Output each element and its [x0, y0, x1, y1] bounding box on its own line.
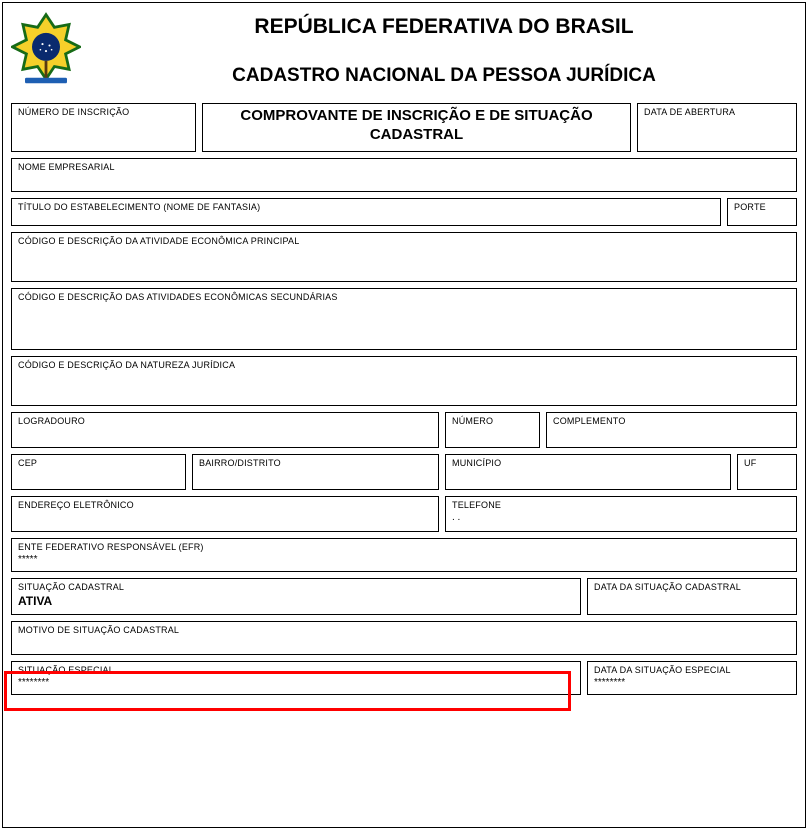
title-sub: CADASTRO NACIONAL DA PESSOA JURÍDICA [91, 65, 797, 87]
row-situacao-cadastral: SITUAÇÃO CADASTRAL ATIVA DATA DA SITUAÇÃ… [11, 578, 797, 615]
label-logradouro: LOGRADOURO [18, 416, 432, 426]
label-municipio: MUNICÍPIO [452, 458, 724, 468]
label-complemento: COMPLEMENTO [553, 416, 790, 426]
label-endereco-eletronico: ENDEREÇO ELETRÔNICO [18, 500, 432, 510]
row-endereco2: CEP BAIRRO/DISTRITO MUNICÍPIO UF [11, 454, 797, 490]
cell-data-abertura: DATA DE ABERTURA [637, 103, 797, 152]
label-nome-empresarial: NOME EMPRESARIAL [18, 162, 790, 172]
cell-endereco-eletronico: ENDEREÇO ELETRÔNICO [11, 496, 439, 532]
headline-comprovante: COMPROVANTE DE INSCRIÇÃO E DE SITUAÇÃO C… [209, 107, 624, 145]
row-natureza: CÓDIGO E DESCRIÇÃO DA NATUREZA JURÍDICA [11, 356, 797, 406]
row-atividade-principal: CÓDIGO E DESCRIÇÃO DA ATIVIDADE ECONÔMIC… [11, 232, 797, 282]
cell-motivo-situacao: MOTIVO DE SITUAÇÃO CADASTRAL [11, 621, 797, 655]
row-titulo-porte: TÍTULO DO ESTABELECIMENTO (NOME DE FANTA… [11, 198, 797, 226]
label-natureza-juridica: CÓDIGO E DESCRIÇÃO DA NATUREZA JURÍDICA [18, 360, 790, 370]
row-atividades-secundarias: CÓDIGO E DESCRIÇÃO DAS ATIVIDADES ECONÔM… [11, 288, 797, 350]
cell-atividades-secundarias: CÓDIGO E DESCRIÇÃO DAS ATIVIDADES ECONÔM… [11, 288, 797, 350]
cell-situacao-cadastral: SITUAÇÃO CADASTRAL ATIVA [11, 578, 581, 615]
cell-situacao-especial: SITUAÇÃO ESPECIAL ******** [11, 661, 581, 695]
label-numero-inscricao: NÚMERO DE INSCRIÇÃO [18, 107, 189, 117]
cell-titulo-estabelecimento: TÍTULO DO ESTABELECIMENTO (NOME DE FANTA… [11, 198, 721, 226]
value-efr: ***** [18, 554, 790, 565]
label-porte: PORTE [734, 202, 790, 212]
row-endereco1: LOGRADOURO NÚMERO COMPLEMENTO [11, 412, 797, 448]
brazil-emblem-icon [11, 9, 81, 89]
header: REPÚBLICA FEDERATIVA DO BRASIL CADASTRO … [11, 9, 797, 93]
row-contato: ENDEREÇO ELETRÔNICO TELEFONE . . [11, 496, 797, 532]
title-main: REPÚBLICA FEDERATIVA DO BRASIL [91, 15, 797, 39]
row-top: NÚMERO DE INSCRIÇÃO COMPROVANTE DE INSCR… [11, 103, 797, 152]
label-data-abertura: DATA DE ABERTURA [644, 107, 790, 117]
row-efr: ENTE FEDERATIVO RESPONSÁVEL (EFR) ***** [11, 538, 797, 572]
label-numero: NÚMERO [452, 416, 533, 426]
row-motivo: MOTIVO DE SITUAÇÃO CADASTRAL [11, 621, 797, 655]
cell-municipio: MUNICÍPIO [445, 454, 731, 490]
label-atividades-secundarias: CÓDIGO E DESCRIÇÃO DAS ATIVIDADES ECONÔM… [18, 292, 790, 302]
label-uf: UF [744, 458, 790, 468]
cell-data-situacao-cadastral: DATA DA SITUAÇÃO CADASTRAL [587, 578, 797, 615]
cell-comprovante-headline: COMPROVANTE DE INSCRIÇÃO E DE SITUAÇÃO C… [202, 103, 631, 152]
label-situacao-cadastral: SITUAÇÃO CADASTRAL [18, 582, 574, 592]
cell-telefone: TELEFONE . . [445, 496, 797, 532]
row-situacao-especial: SITUAÇÃO ESPECIAL ******** DATA DA SITUA… [11, 661, 797, 695]
label-motivo-situacao: MOTIVO DE SITUAÇÃO CADASTRAL [18, 625, 790, 635]
cell-efr: ENTE FEDERATIVO RESPONSÁVEL (EFR) ***** [11, 538, 797, 572]
value-situacao-cadastral: ATIVA [18, 594, 574, 608]
label-data-situacao-cadastral: DATA DA SITUAÇÃO CADASTRAL [594, 582, 790, 592]
cell-cep: CEP [11, 454, 186, 490]
label-bairro: BAIRRO/DISTRITO [199, 458, 432, 468]
cell-porte: PORTE [727, 198, 797, 226]
label-titulo-estabelecimento: TÍTULO DO ESTABELECIMENTO (NOME DE FANTA… [18, 202, 714, 212]
label-cep: CEP [18, 458, 179, 468]
label-data-situacao-especial: DATA DA SITUAÇÃO ESPECIAL [594, 665, 790, 675]
value-data-situacao-especial: ******** [594, 677, 790, 688]
value-situacao-especial: ******** [18, 677, 574, 688]
cell-numero: NÚMERO [445, 412, 540, 448]
title-block: REPÚBLICA FEDERATIVA DO BRASIL CADASTRO … [91, 9, 797, 93]
label-telefone: TELEFONE [452, 500, 790, 510]
cell-uf: UF [737, 454, 797, 490]
cell-numero-inscricao: NÚMERO DE INSCRIÇÃO [11, 103, 196, 152]
cell-atividade-principal: CÓDIGO E DESCRIÇÃO DA ATIVIDADE ECONÔMIC… [11, 232, 797, 282]
row-nome: NOME EMPRESARIAL [11, 158, 797, 192]
document-page: REPÚBLICA FEDERATIVA DO BRASIL CADASTRO … [2, 2, 806, 828]
cell-bairro: BAIRRO/DISTRITO [192, 454, 439, 490]
cell-nome-empresarial: NOME EMPRESARIAL [11, 158, 797, 192]
label-situacao-especial: SITUAÇÃO ESPECIAL [18, 665, 574, 675]
cell-logradouro: LOGRADOURO [11, 412, 439, 448]
cell-data-situacao-especial: DATA DA SITUAÇÃO ESPECIAL ******** [587, 661, 797, 695]
cell-complemento: COMPLEMENTO [546, 412, 797, 448]
value-telefone: . . [452, 512, 790, 523]
label-atividade-principal: CÓDIGO E DESCRIÇÃO DA ATIVIDADE ECONÔMIC… [18, 236, 790, 246]
label-efr: ENTE FEDERATIVO RESPONSÁVEL (EFR) [18, 542, 790, 552]
cell-natureza-juridica: CÓDIGO E DESCRIÇÃO DA NATUREZA JURÍDICA [11, 356, 797, 406]
